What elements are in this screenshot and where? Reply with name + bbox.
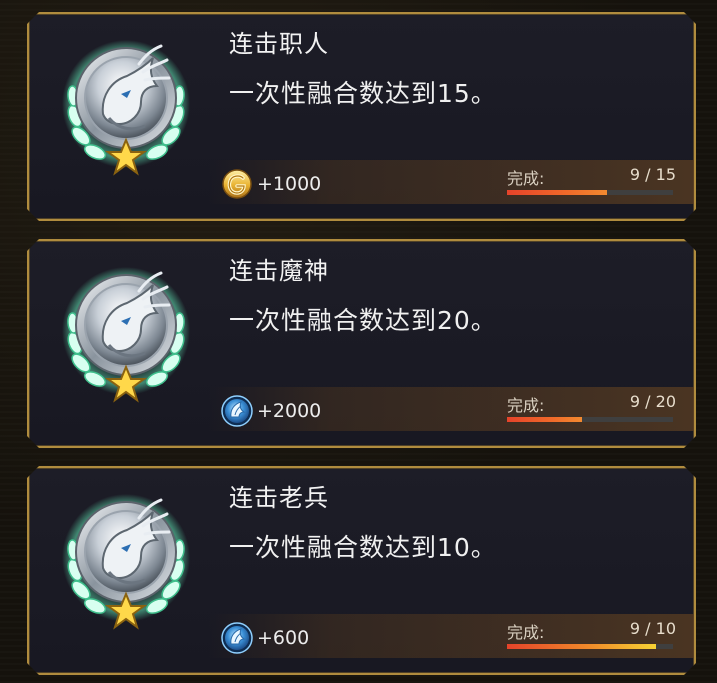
progress-label: 完成: [507, 623, 545, 642]
achievement-title: 连击老兵 [229, 484, 329, 512]
progress-bar [507, 644, 673, 649]
reward-value: +1000 [257, 173, 322, 195]
dragon-medal-icon [61, 490, 191, 635]
dragon-medal-icon [61, 263, 191, 408]
gold-coin-icon [221, 168, 253, 200]
progress-count: 9 / 20 [629, 392, 676, 411]
blue-feather-gem-icon [221, 395, 253, 427]
progress-fill [507, 644, 656, 649]
achievement-card[interactable]: 连击魔神 一次性融合数达到20。 +2000 完成: 9 / 20 [27, 239, 696, 448]
progress-bar [507, 190, 673, 195]
achievement-description: 一次性融合数达到20。 [229, 306, 497, 335]
achievement-description: 一次性融合数达到10。 [229, 533, 497, 562]
reward: +1000 [221, 168, 321, 200]
progress-fill [507, 417, 582, 422]
progress-count: 9 / 15 [629, 165, 676, 184]
reward-value: +2000 [257, 400, 322, 422]
reward: +2000 [221, 395, 321, 427]
progress-fill [507, 190, 607, 195]
dragon-medal-icon [61, 36, 191, 181]
reward: +600 [221, 622, 309, 654]
progress-bar [507, 417, 673, 422]
achievement-description: 一次性融合数达到15。 [229, 79, 497, 108]
progress-label: 完成: [507, 396, 545, 415]
progress-label: 完成: [507, 169, 545, 188]
reward-value: +600 [257, 627, 310, 649]
progress-count: 9 / 10 [629, 619, 676, 638]
achievement-card[interactable]: 连击职人 一次性融合数达到15。 +1000 完成: 9 / 15 [27, 12, 696, 221]
blue-feather-gem-icon [221, 622, 253, 654]
achievement-card[interactable]: 连击老兵 一次性融合数达到10。 +600 完成: 9 / 10 [27, 466, 696, 675]
achievement-title: 连击魔神 [229, 257, 329, 285]
achievement-title: 连击职人 [229, 30, 329, 58]
